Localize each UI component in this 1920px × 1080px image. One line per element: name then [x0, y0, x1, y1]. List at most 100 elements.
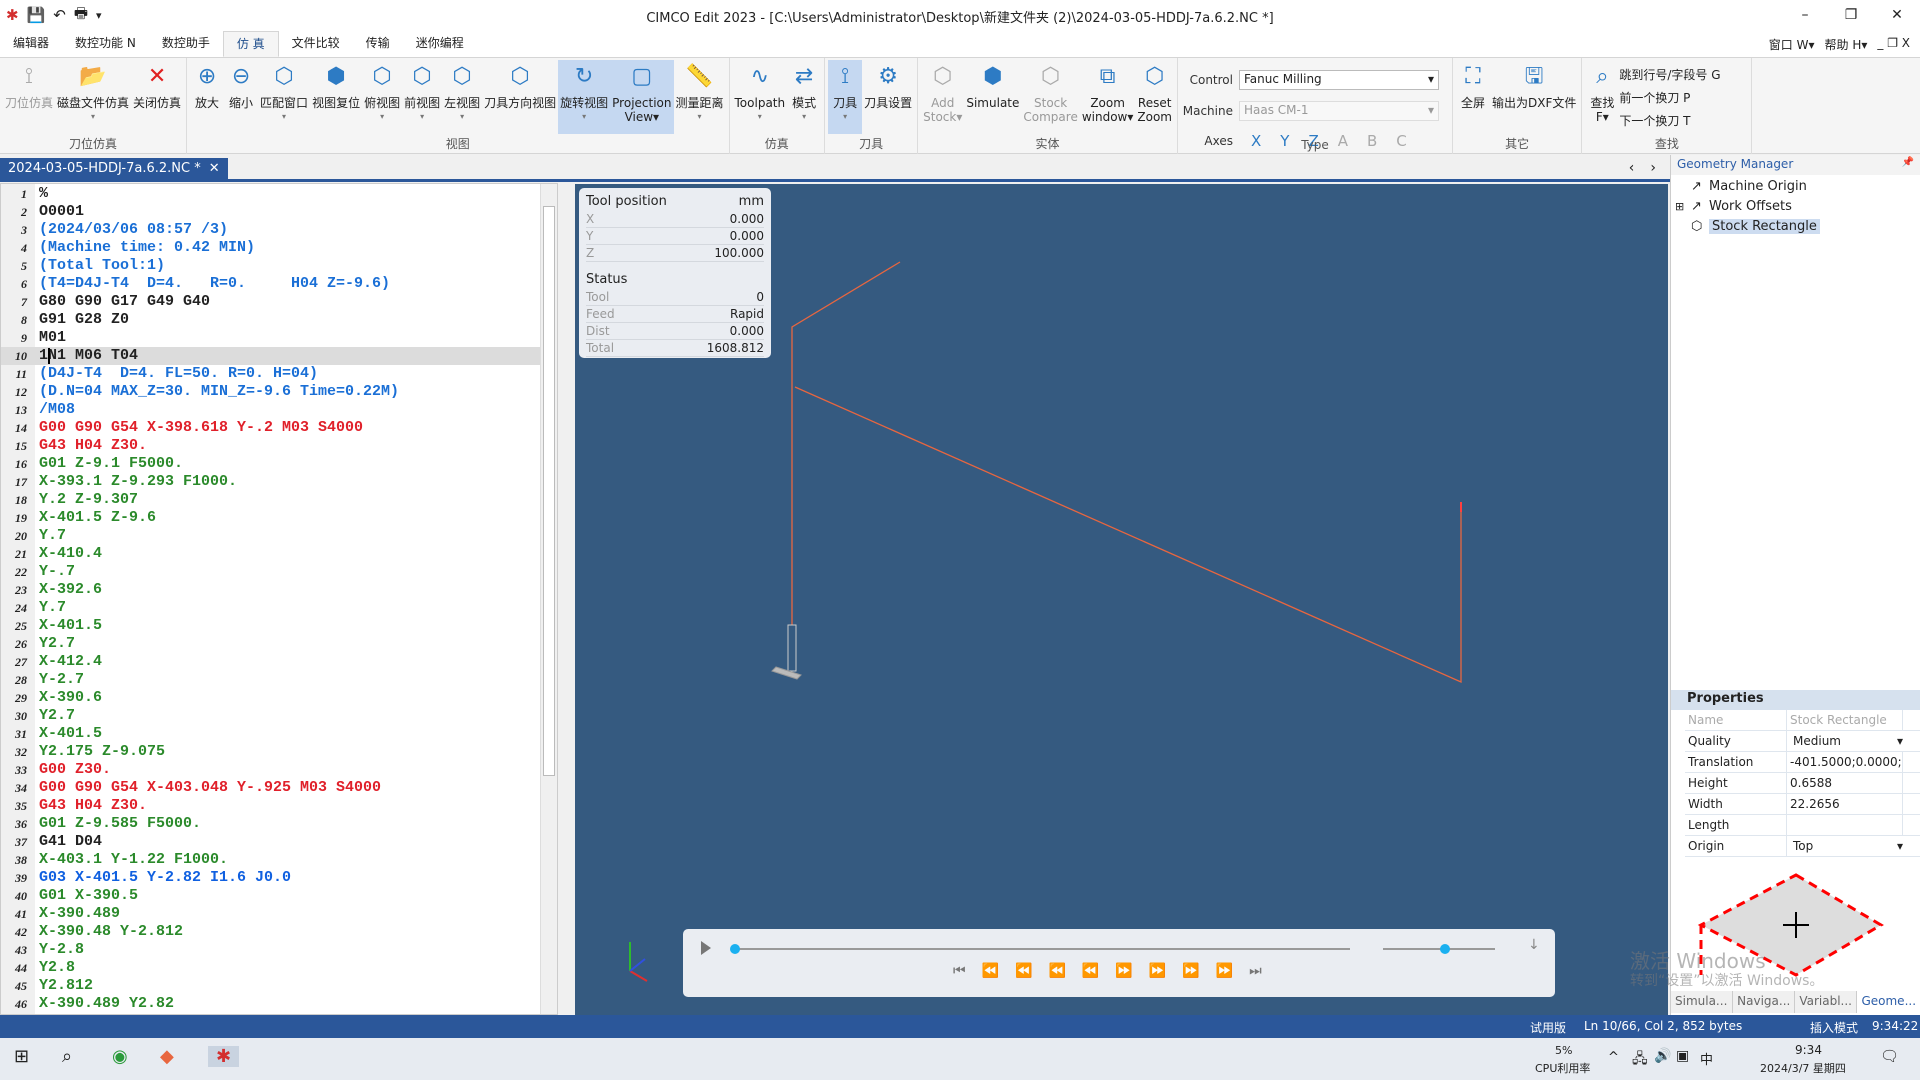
prev-tool-icon[interactable]: ⏪ — [982, 963, 999, 979]
tree-item[interactable]: ⬡ Stock Rectangle — [1671, 217, 1920, 237]
prev-rapid-icon[interactable]: ⏪ — [1015, 963, 1032, 979]
code-line[interactable]: 31 X-401.5 — [1, 725, 541, 743]
find-option[interactable]: 下一个换刀 T — [1619, 112, 1720, 129]
search-icon[interactable]: ⌕ — [62, 1046, 72, 1067]
code-line[interactable]: 36 G01 Z-9.585 F5000. — [1, 815, 541, 833]
find-option[interactable]: 前一个换刀 P — [1619, 89, 1720, 106]
code-line[interactable]: 4 (Machine time: 0.42 MIN) — [1, 239, 541, 257]
menu-tab[interactable]: 仿 真 — [222, 31, 279, 57]
cimco-taskbar-icon[interactable]: ✱ — [208, 1046, 240, 1067]
code-line[interactable]: 22 Y-.7 — [1, 563, 541, 581]
scrollbar-thumb[interactable] — [543, 206, 555, 776]
code-line[interactable]: 44 Y2.8 — [1, 959, 541, 977]
panel-tab[interactable]: Simula... — [1671, 991, 1734, 1013]
code-line[interactable]: 10 1N1 M06 T04 — [1, 347, 541, 365]
panel-tab[interactable]: Variabl... — [1795, 991, 1858, 1013]
code-line[interactable]: 6 (T4=D4J-T4 D=4. R=0. H04 Z=-9.6) — [1, 275, 541, 293]
menu-tab[interactable]: 传输 — [353, 31, 403, 57]
ribbon-button[interactable]: ⛶ 全屏 — [1456, 60, 1490, 134]
property-dropdown[interactable]: Medium ▾ — [1787, 731, 1903, 751]
property-row[interactable]: Origin Top ▾ — [1685, 836, 1920, 857]
ribbon-button[interactable]: ⊕ 放大 — [190, 60, 224, 134]
code-line[interactable]: 14 G00 G90 G54 X-398.618 Y-.2 M03 S4000 — [1, 419, 541, 437]
ribbon-button[interactable]: ⟟ 刀具 ▾ — [828, 60, 863, 134]
code-line[interactable]: 30 Y2.7 — [1, 707, 541, 725]
code-line[interactable]: 41 X-390.489 — [1, 905, 541, 923]
control-select[interactable]: Fanuc Milling ▾ — [1238, 69, 1439, 90]
property-row[interactable]: Width 22.2656 — [1685, 794, 1920, 815]
restore-button[interactable]: ❐ — [1828, 0, 1874, 30]
code-line[interactable]: 18 Y.2 Z-9.307 — [1, 491, 541, 509]
code-line[interactable]: 15 G43 H04 Z30. — [1, 437, 541, 455]
code-line[interactable]: 1% — [1, 185, 541, 203]
clock-date[interactable]: 2024/3/7 星期四 — [1760, 1060, 1846, 1076]
code-line[interactable]: 11 (D4J-T4 D=4. FL=50. R=0. H=04) — [1, 365, 541, 383]
code-line[interactable]: 12 (D.N=04 MAX_Z=30. MIN_Z=-9.6 Time=0.22… — [1, 383, 541, 401]
ribbon-button[interactable]: 🖫 输出为DXF文件 — [1490, 60, 1578, 134]
code-line[interactable]: 40 G01 X-390.5 — [1, 887, 541, 905]
code-line[interactable]: 39 G03 X-401.5 Y-2.82 I1.6 J0.0 — [1, 869, 541, 887]
code-line[interactable]: 45 Y2.812 — [1, 977, 541, 995]
code-line[interactable]: 5 (Total Tool:1) — [1, 257, 541, 275]
menu-tab[interactable]: 数控助手 — [149, 31, 223, 57]
step-forward-icon[interactable]: ⏩ — [1115, 963, 1132, 979]
app-icon[interactable]: ◆ — [160, 1046, 174, 1067]
menu-tab[interactable]: 迷你编程 — [403, 31, 477, 57]
expand-icon[interactable]: ⊞ — [1675, 197, 1684, 217]
prev-tab-button[interactable]: ‹ — [1629, 160, 1635, 176]
ribbon-button[interactable]: ⬢ 视图复位 — [310, 60, 362, 134]
code-line[interactable]: 21 X-410.4 — [1, 545, 541, 563]
minimize-button[interactable]: – — [1782, 0, 1828, 30]
go-start-icon[interactable]: ⏮ — [953, 963, 966, 979]
code-line[interactable]: 17 X-393.1 Z-9.293 F1000. — [1, 473, 541, 491]
property-value[interactable]: 22.2656 — [1787, 794, 1903, 814]
print-icon[interactable]: 🖶 — [74, 3, 88, 28]
code-line[interactable]: 43 Y-2.8 — [1, 941, 541, 959]
code-line[interactable]: 23 X-392.6 — [1, 581, 541, 599]
ribbon-button[interactable]: ▢ Projection View▾ — [610, 60, 674, 134]
editor-scrollbar[interactable] — [540, 184, 557, 1014]
code-line[interactable]: 13/M08 — [1, 401, 541, 419]
close-button[interactable]: ✕ — [1874, 0, 1920, 30]
tree-item[interactable]: ⊞ ↗ Work Offsets — [1671, 197, 1920, 217]
ribbon-button[interactable]: ⬡ 左视图 ▾ — [442, 60, 482, 134]
menu-right-item[interactable]: 帮助 H▾ — [1825, 36, 1868, 53]
code-line[interactable]: 20 Y.7 — [1, 527, 541, 545]
customize-icon[interactable]: ▾ — [96, 9, 102, 22]
property-value[interactable]: Medium — [1790, 731, 1841, 751]
progress-slider[interactable] — [735, 948, 1350, 950]
ribbon-button[interactable]: ⬡ Stock Compare — [1021, 60, 1079, 134]
menu-right-item[interactable]: _ ❐ X — [1877, 36, 1910, 53]
play-button[interactable] — [701, 941, 711, 955]
property-value[interactable]: -401.5000;0.0000;-9 — [1787, 752, 1903, 772]
document-tab[interactable]: 2024-03-05-HDDJ-7a.6.2.NC * ✕ — [0, 158, 228, 182]
property-value[interactable] — [1787, 815, 1903, 835]
ribbon-button[interactable]: ⬡ Reset Zoom — [1135, 60, 1174, 134]
ribbon-button[interactable]: 📂 磁盘文件仿真 ▾ — [55, 60, 131, 134]
property-row[interactable]: Height 0.6588 — [1685, 773, 1920, 794]
code-line[interactable]: 8 G91 G28 Z0 — [1, 311, 541, 329]
code-line[interactable]: 16 G01 Z-9.1 F5000. — [1, 455, 541, 473]
code-line[interactable]: 35 G43 H04 Z30. — [1, 797, 541, 815]
code-line[interactable]: 29 X-390.6 — [1, 689, 541, 707]
ribbon-button[interactable]: ⬡ Add Stock▾ — [921, 60, 964, 134]
code-line[interactable]: 37 G41 D04 — [1, 833, 541, 851]
tray-chevron-icon[interactable]: ^ — [1608, 1050, 1619, 1065]
code-line[interactable]: 26 Y2.7 — [1, 635, 541, 653]
clock-time[interactable]: 9:34 — [1795, 1043, 1822, 1057]
property-row[interactable]: Length — [1685, 815, 1920, 836]
code-line[interactable]: 27 X-412.4 — [1, 653, 541, 671]
start-icon[interactable]: ⊞ — [14, 1046, 29, 1067]
property-value[interactable]: 0.6588 — [1787, 773, 1903, 793]
network-icon[interactable]: 🖧 — [1632, 1048, 1648, 1072]
ribbon-button[interactable]: ⌕ 查找 F▾ — [1585, 60, 1619, 134]
machine-select[interactable]: Haas CM-1 ▾ — [1238, 100, 1439, 121]
next-tab-button[interactable]: › — [1650, 160, 1656, 176]
code-line[interactable]: 3 (2024/03/06 08:57 /3) — [1, 221, 541, 239]
browser-icon[interactable]: ◉ — [112, 1046, 128, 1067]
panel-tab[interactable]: Geome... — [1857, 991, 1920, 1013]
menu-tab[interactable]: 文件比较 — [279, 31, 353, 57]
next-tool-icon[interactable]: ⏩ — [1216, 963, 1233, 979]
progress-slider-thumb[interactable] — [730, 944, 740, 954]
down-arrow-icon[interactable]: ↓ — [1528, 937, 1540, 953]
